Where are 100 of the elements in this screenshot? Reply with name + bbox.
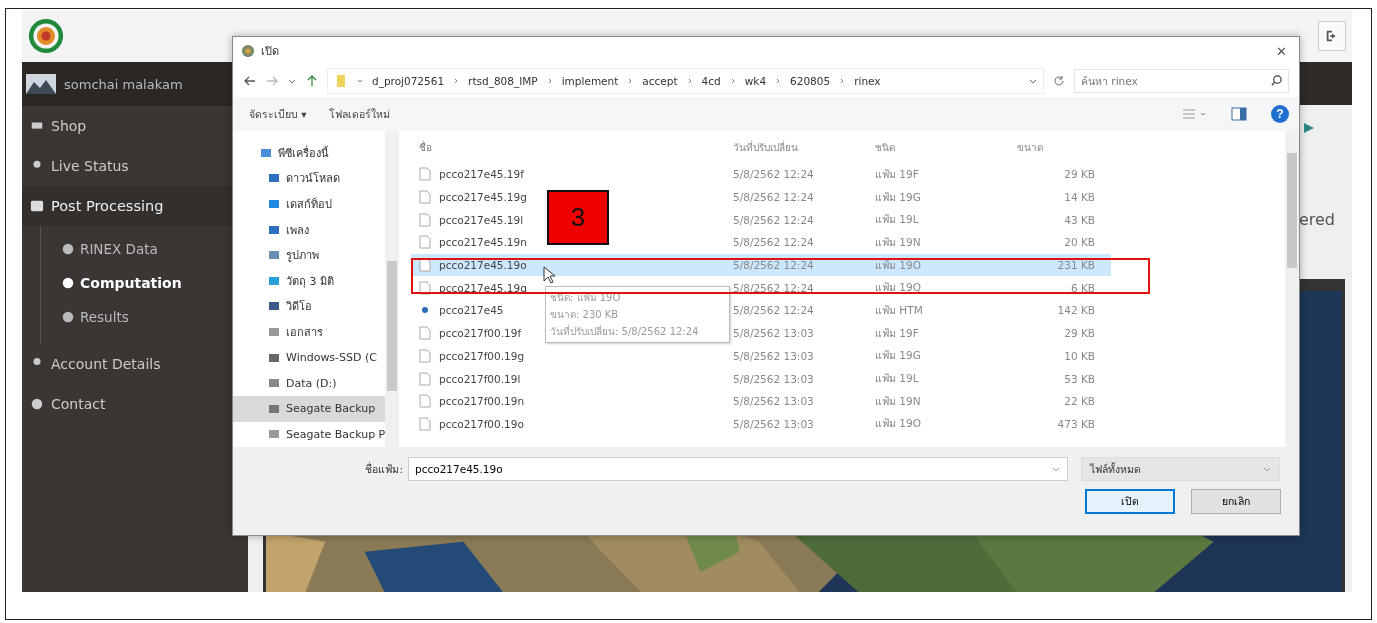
chevron-icon bbox=[356, 77, 364, 85]
file-name[interactable]: pcco217f00.19f bbox=[439, 327, 522, 340]
file-name[interactable]: pcco217e45.19q bbox=[439, 281, 527, 294]
file-size: 22 KB bbox=[1063, 395, 1095, 408]
breadcrumb-item[interactable]: d_proj072561 bbox=[372, 75, 445, 87]
file-size: 53 KB bbox=[1063, 372, 1095, 385]
preview-pane-icon[interactable] bbox=[1231, 107, 1247, 121]
file-name[interactable]: pcco217e45.19n bbox=[439, 236, 527, 249]
file-date: 5/8/2562 12:24 bbox=[733, 168, 815, 181]
file-icon bbox=[419, 371, 431, 386]
file-icon bbox=[419, 280, 431, 295]
scrollbar[interactable] bbox=[1285, 131, 1299, 447]
breadcrumb-item[interactable]: accept bbox=[642, 75, 678, 87]
logo-icon bbox=[28, 18, 64, 54]
file-icon bbox=[419, 348, 431, 363]
file-name[interactable]: pcco217f00.19o bbox=[439, 417, 524, 430]
file-date: 5/8/2562 12:24 bbox=[733, 259, 815, 272]
file-name[interactable]: pcco217e45.19g bbox=[439, 191, 527, 204]
breadcrumb-item[interactable]: wk4 bbox=[744, 75, 767, 87]
file-name[interactable]: pcco217f00.19g bbox=[439, 349, 525, 362]
folder-icon bbox=[334, 74, 348, 88]
dialog-title: เปิด bbox=[261, 44, 279, 60]
scrollbar[interactable] bbox=[385, 131, 399, 447]
file-size: 20 KB bbox=[1063, 236, 1095, 249]
breadcrumb-item[interactable]: rinex bbox=[854, 75, 881, 87]
toolbar-button[interactable]: โฟลเดอร์ใหม่ bbox=[324, 103, 394, 125]
column-header[interactable]: ชื่อ bbox=[411, 139, 733, 155]
file-icon bbox=[419, 167, 431, 182]
file-type: แฟ้ม 19F bbox=[875, 325, 920, 341]
file-name[interactable]: pcco217e45 bbox=[439, 304, 504, 317]
file-size: 10 KB bbox=[1063, 349, 1095, 362]
file-size: 29 KB bbox=[1063, 168, 1095, 181]
file-name[interactable]: pcco217e45.19l bbox=[439, 213, 524, 226]
file-type: แฟ้ม 19N bbox=[875, 393, 922, 409]
file-name-field[interactable]: pcco217e45.19o bbox=[408, 457, 1068, 481]
file-size: 43 KB bbox=[1063, 213, 1095, 226]
file-type: แฟ้ม 19O bbox=[875, 257, 922, 273]
column-header[interactable]: ชนิด bbox=[875, 139, 997, 155]
column-header[interactable]: ขนาด bbox=[997, 139, 1095, 155]
file-type: แฟ้ม 19Q bbox=[875, 280, 922, 296]
column-header[interactable]: วันที่ปรับเปลี่ยน bbox=[733, 139, 875, 155]
menu-item-icon bbox=[30, 199, 44, 213]
file-date: 5/8/2562 12:24 bbox=[733, 281, 815, 294]
submenu-icon bbox=[61, 242, 75, 256]
location-icon bbox=[267, 197, 281, 211]
file-type: แฟ้ม 19L bbox=[875, 212, 920, 228]
navigation-item[interactable]: Seagate Backup P bbox=[233, 421, 385, 447]
file-icon bbox=[419, 394, 431, 409]
breadcrumb-item[interactable]: implement bbox=[561, 75, 619, 87]
close-button[interactable]: ✕ bbox=[1272, 41, 1291, 61]
file-icon bbox=[419, 258, 431, 273]
up-arrow-icon[interactable] bbox=[305, 74, 319, 88]
breadcrumb-item[interactable]: 4cd bbox=[701, 75, 721, 87]
help-button[interactable]: ? bbox=[1271, 105, 1289, 123]
file-name[interactable]: pcco217e45.19o bbox=[439, 259, 527, 272]
address-bar[interactable]: d_proj072561 rtsd_808_IMP implement accept 4cd wk4 620805 rinex bbox=[327, 68, 1044, 94]
menu-item-icon bbox=[30, 397, 44, 411]
toolbar-button[interactable]: จัดระเบียบ ▾ bbox=[245, 103, 311, 125]
file-type: แฟ้ม 19G bbox=[875, 348, 922, 364]
avatar-picture-icon bbox=[26, 74, 56, 94]
file-type-dropdown[interactable]: ไฟล์ทั้งหมด bbox=[1081, 457, 1280, 481]
navigation-item[interactable]: Seagate Backup bbox=[233, 395, 385, 422]
breadcrumb-item[interactable]: rtsd_808_IMP bbox=[468, 75, 538, 87]
file-date: 5/8/2562 12:24 bbox=[733, 191, 815, 204]
dialog-button[interactable]: ยกเลิก bbox=[1191, 489, 1281, 514]
breadcrumb-item[interactable]: 620805 bbox=[790, 75, 831, 87]
submenu-icon bbox=[61, 276, 75, 290]
file-type: แฟ้ม HTM bbox=[875, 302, 924, 318]
file-icon bbox=[419, 235, 431, 250]
file-date: 5/8/2562 13:03 bbox=[733, 395, 815, 408]
caret-icon[interactable] bbox=[1029, 77, 1037, 85]
logout-button[interactable] bbox=[1318, 21, 1346, 51]
file-name[interactable]: pcco217f00.19n bbox=[439, 395, 525, 408]
file-icon bbox=[419, 326, 431, 341]
file-type: แฟ้ม 19L bbox=[875, 371, 920, 387]
file-size: 6 KB bbox=[1069, 281, 1095, 294]
file-type: แฟ้ม 19O bbox=[875, 416, 922, 432]
step-badge: 3 bbox=[547, 190, 609, 245]
file-date: 5/8/2562 13:03 bbox=[733, 327, 815, 340]
refresh-icon[interactable] bbox=[1052, 74, 1066, 88]
back-arrow-icon[interactable] bbox=[243, 74, 257, 88]
file-name[interactable]: pcco217e45.19f bbox=[439, 168, 524, 181]
search-field[interactable]: ค้นหา rinex bbox=[1074, 69, 1289, 93]
search-icon bbox=[1270, 74, 1283, 87]
arrow-icon bbox=[1304, 123, 1314, 133]
dialog-button[interactable]: เปิด bbox=[1085, 489, 1175, 514]
file-icon bbox=[419, 416, 431, 431]
file-size: 14 KB bbox=[1063, 191, 1095, 204]
file-date: 5/8/2562 12:24 bbox=[733, 236, 815, 249]
caret-icon[interactable] bbox=[1052, 465, 1060, 473]
file-size: 231 KB bbox=[1056, 259, 1095, 272]
caret-icon bbox=[1263, 465, 1271, 473]
file-size: 142 KB bbox=[1056, 304, 1095, 317]
file-date: 5/8/2562 13:03 bbox=[733, 417, 815, 430]
cursor-icon bbox=[543, 266, 555, 284]
file-type: แฟ้ม 19G bbox=[875, 189, 922, 205]
file-name[interactable]: pcco217f00.19l bbox=[439, 372, 521, 385]
file-type: แฟ้ม 19N bbox=[875, 234, 922, 250]
tooltip-line: วันที่ปรับเปลี่ยน: 5/8/2562 12:24 bbox=[550, 324, 700, 339]
file-name-label: ชื่อแฟ้ม: bbox=[364, 461, 403, 477]
